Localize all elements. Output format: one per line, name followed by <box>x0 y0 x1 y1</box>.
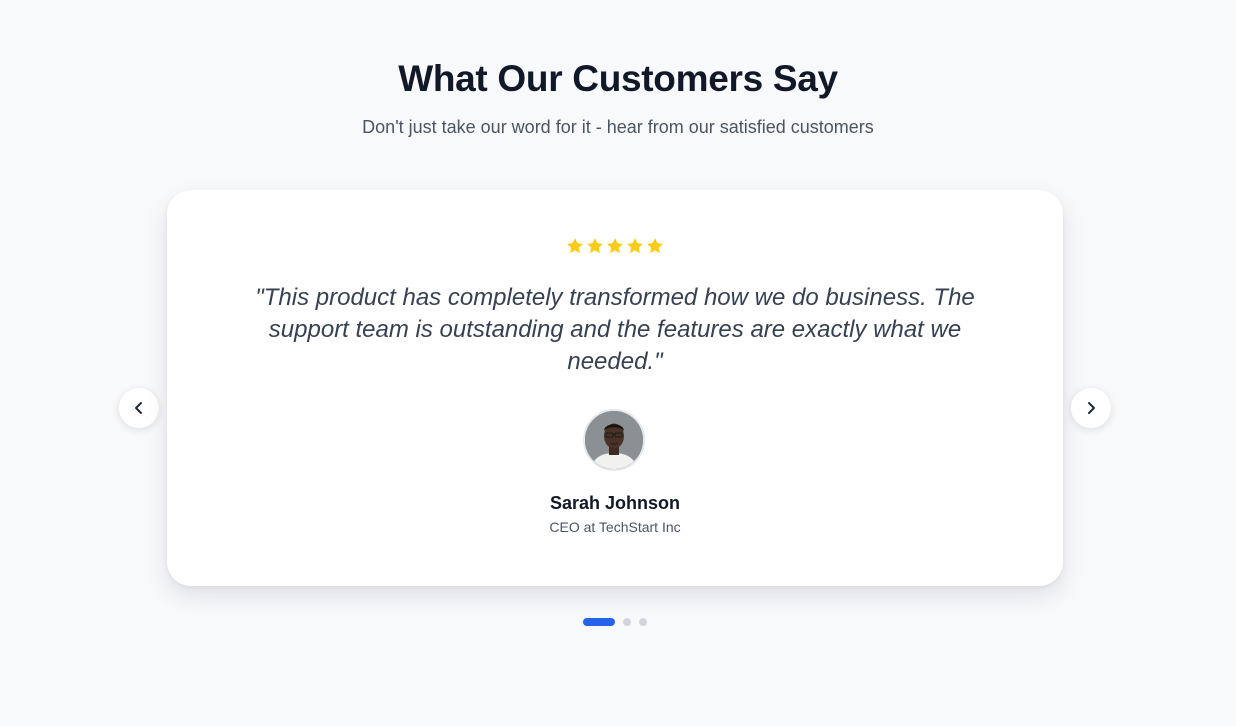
carousel-dot[interactable] <box>623 618 631 626</box>
star-icon <box>647 238 663 254</box>
carousel-dot-active[interactable] <box>583 618 615 626</box>
star-icon <box>627 238 643 254</box>
next-slide-button[interactable] <box>1071 388 1111 428</box>
previous-slide-button[interactable] <box>119 388 159 428</box>
author-name: Sarah Johnson <box>549 493 681 513</box>
testimonial-card: "This product has completely transformed… <box>167 190 1063 586</box>
section-subtitle: Don't just take our word for it - hear f… <box>362 117 874 137</box>
avatar <box>583 409 645 471</box>
carousel-dot[interactable] <box>639 618 647 626</box>
chevron-right-icon <box>1088 402 1095 414</box>
section-title: What Our Customers Say <box>398 58 838 99</box>
testimonial-quote: "This product has completely transformed… <box>255 284 975 375</box>
star-icon <box>607 238 623 254</box>
star-icon <box>567 238 583 254</box>
star-rating <box>167 236 1063 256</box>
star-icon <box>587 238 603 254</box>
avatar-photo <box>585 411 643 469</box>
author-role: CEO at TechStart Inc <box>549 519 681 535</box>
carousel-indicators <box>583 618 647 626</box>
chevron-left-icon <box>135 402 142 414</box>
